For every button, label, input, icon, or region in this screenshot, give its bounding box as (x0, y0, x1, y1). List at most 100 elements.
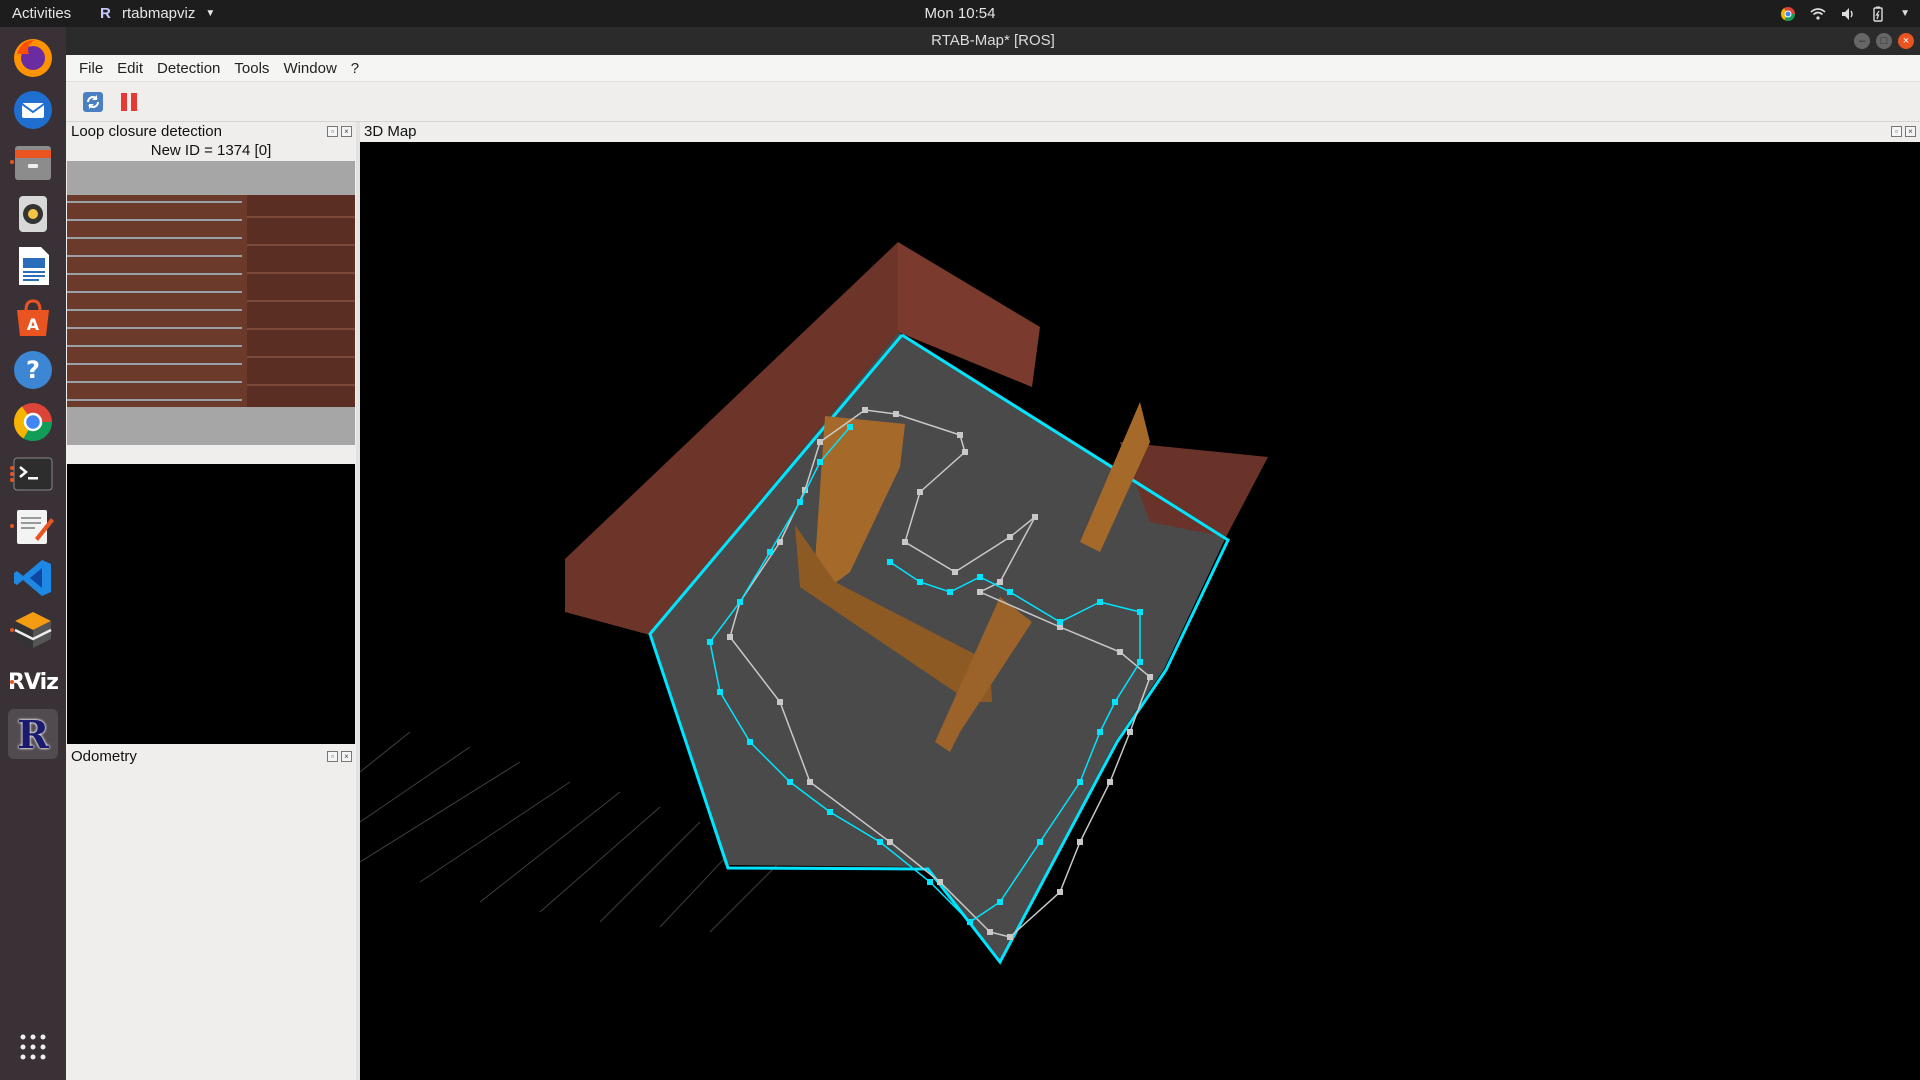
graph-node-cyan (717, 689, 723, 695)
graph-node-cyan (1137, 609, 1143, 615)
brick-mortar-line (67, 363, 242, 365)
window-titlebar[interactable]: RTAB-Map* [ROS] – □ × (66, 27, 1920, 55)
dock-files[interactable] (8, 137, 58, 187)
svg-text:A: A (27, 315, 40, 334)
menu-edit[interactable]: Edit (110, 60, 150, 77)
files-icon (15, 146, 51, 180)
dock-firefox[interactable] (8, 33, 58, 83)
odometry-dock-header[interactable]: Odometry ▫ × (66, 747, 356, 767)
app-grid-icon (20, 1034, 46, 1060)
graph-node-grey (1057, 889, 1063, 895)
pause-icon (121, 92, 137, 111)
maximize-button[interactable]: □ (1876, 33, 1892, 49)
chrome-tray-icon[interactable] (1780, 6, 1796, 22)
float-icon[interactable]: ▫ (1891, 126, 1902, 137)
refresh-icon (83, 91, 103, 112)
loop-closure-match-view (67, 464, 355, 744)
pause-button[interactable] (116, 89, 142, 115)
menu-tools[interactable]: Tools (227, 60, 276, 77)
graph-node-grey (1107, 779, 1113, 785)
map3d-view[interactable] (360, 142, 1920, 1080)
clock-label[interactable]: Mon 10:54 (925, 5, 996, 22)
dock-chrome[interactable] (8, 397, 58, 447)
dock-thunderbird[interactable] (8, 85, 58, 135)
clock[interactable]: Mon 10:54 (0, 0, 1920, 27)
system-menu-chevron-icon[interactable]: ▼ (1900, 0, 1910, 27)
loop-closure-dock-header[interactable]: Loop closure detection ▫ × (66, 122, 356, 142)
brick-mortar-line (67, 345, 242, 347)
graph-node-cyan (877, 839, 883, 845)
battery-icon[interactable] (1870, 6, 1886, 22)
refresh-button[interactable] (80, 89, 106, 115)
menu-window[interactable]: Window (276, 60, 343, 77)
running-indicator (10, 478, 14, 482)
menu-file[interactable]: File (72, 60, 110, 77)
graph-node-grey (977, 589, 983, 595)
map3d-dock-header[interactable]: 3D Map ▫ × (360, 122, 1920, 142)
menu-help[interactable]: ? (344, 60, 366, 77)
graph-node-grey (777, 699, 783, 705)
graph-node-grey (917, 489, 923, 495)
graph-node-cyan (787, 779, 793, 785)
graph-node-cyan (1137, 659, 1143, 665)
software-center-icon: A (17, 299, 49, 336)
system-tray[interactable]: ▼ (1780, 0, 1910, 27)
dock-software[interactable]: A (8, 293, 58, 343)
app-menu[interactable]: R rtabmapviz ▼ (100, 0, 215, 27)
float-icon[interactable]: ▫ (327, 751, 338, 762)
graph-node-cyan (767, 549, 773, 555)
rviz-icon: RViz (8, 669, 59, 695)
graph-node-grey (937, 879, 943, 885)
show-apps-button[interactable] (18, 1032, 48, 1066)
close-icon[interactable]: × (1905, 126, 1916, 137)
brick-mortar-line (67, 291, 242, 293)
dock-text-editor[interactable] (8, 501, 58, 551)
dock-virtualbox[interactable] (8, 605, 58, 655)
graph-node-cyan (1097, 599, 1103, 605)
toolbar (66, 82, 1920, 122)
brick-mortar-line (67, 273, 242, 275)
vscode-icon (14, 560, 51, 596)
wifi-icon[interactable] (1810, 6, 1826, 22)
dock-vscode[interactable] (8, 553, 58, 603)
close-icon[interactable]: × (341, 126, 352, 137)
dock-rhythmbox[interactable] (8, 189, 58, 239)
activities-button[interactable]: Activities (12, 0, 71, 27)
libreoffice-writer-icon (19, 247, 49, 285)
float-icon[interactable]: ▫ (327, 126, 338, 137)
close-icon[interactable]: × (341, 751, 352, 762)
brick-mortar-line (67, 255, 242, 257)
graph-node-grey (727, 634, 733, 640)
dock-rviz[interactable]: RViz (8, 657, 59, 707)
graph-node-cyan (947, 589, 953, 595)
brick-mortar-line (247, 272, 355, 274)
graph-node-cyan (917, 579, 923, 585)
graph-node-cyan (817, 459, 823, 465)
thunderbird-icon (14, 91, 52, 129)
volume-icon[interactable] (1840, 6, 1856, 22)
text-editor-icon (17, 510, 54, 544)
help-icon: ? (14, 351, 52, 389)
minimize-button[interactable]: – (1854, 33, 1870, 49)
graph-node-cyan (707, 639, 713, 645)
map3d-canvas[interactable] (360, 142, 1920, 1080)
dock-help[interactable]: ? (8, 345, 58, 395)
map3d-title: 3D Map (364, 123, 417, 140)
graph-node-grey (952, 569, 958, 575)
virtualbox-icon (14, 612, 52, 648)
dock-rtabmap[interactable]: R (8, 709, 58, 759)
chrome-icon (13, 403, 53, 442)
brick-mortar-line (247, 216, 355, 218)
dock-writer[interactable] (8, 241, 58, 291)
top-bar: Activities R rtabmapviz ▼ Mon 10:54 ▼ (0, 0, 1920, 27)
graph-node-grey (1007, 934, 1013, 940)
close-button[interactable]: × (1898, 33, 1914, 49)
graph-node-cyan (747, 739, 753, 745)
dock-terminal[interactable] (8, 449, 58, 499)
menu-detection[interactable]: Detection (150, 60, 227, 77)
graph-node-grey (997, 579, 1003, 585)
running-indicator (10, 628, 14, 632)
brick-texture-image (67, 161, 355, 445)
graph-node-cyan (797, 499, 803, 505)
loop-new-id: New ID = 1374 [0] (150, 142, 272, 159)
